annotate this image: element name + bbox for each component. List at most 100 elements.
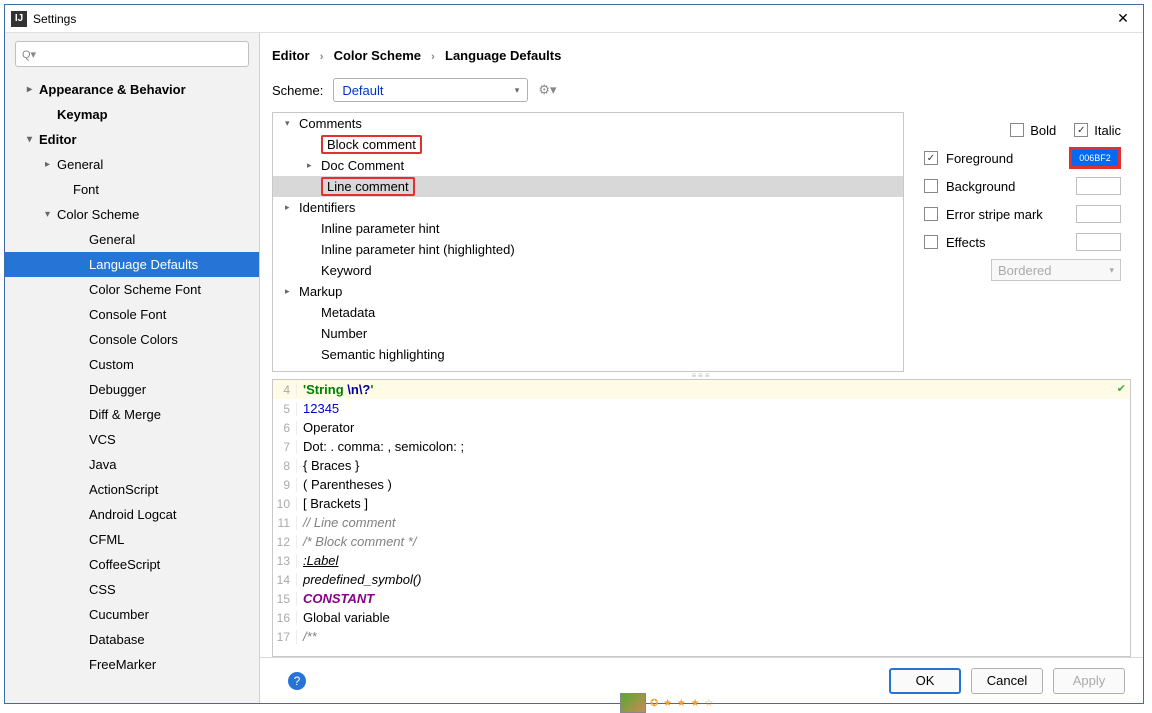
sidebar-item-label: FreeMarker xyxy=(89,657,156,672)
sidebar-item[interactable]: Diff & Merge xyxy=(5,402,259,427)
code-line: 17 /** xyxy=(273,627,1130,646)
resize-grip[interactable]: ≡≡≡ xyxy=(260,372,1143,379)
line-number: 7 xyxy=(273,440,297,454)
tree-item-label: Number xyxy=(321,326,367,341)
foreground-checkbox[interactable] xyxy=(924,151,938,165)
sidebar-item-label: Custom xyxy=(89,357,134,372)
sidebar-item[interactable]: Debugger xyxy=(5,377,259,402)
italic-checkbox[interactable] xyxy=(1074,123,1088,137)
sidebar-item[interactable]: Custom xyxy=(5,352,259,377)
code-text: /** xyxy=(303,629,317,644)
sidebar-item[interactable]: Database xyxy=(5,627,259,652)
tree-item[interactable]: Inline parameter hint (highlighted) xyxy=(273,239,903,260)
line-number: 16 xyxy=(273,611,297,625)
chevron-icon: ▸ xyxy=(285,286,299,297)
sidebar-item[interactable]: Cucumber xyxy=(5,602,259,627)
help-icon[interactable]: ? xyxy=(288,672,306,690)
sidebar-item[interactable]: ▸General xyxy=(5,152,259,177)
sidebar-item[interactable]: FreeMarker xyxy=(5,652,259,677)
bold-label: Bold xyxy=(1030,123,1056,138)
apply-button[interactable]: Apply xyxy=(1053,668,1125,694)
gear-icon[interactable]: ⚙▾ xyxy=(538,82,556,98)
line-number: 17 xyxy=(273,630,297,644)
sidebar-item[interactable]: ActionScript xyxy=(5,477,259,502)
sidebar-item[interactable]: CSS xyxy=(5,577,259,602)
sidebar-item-label: Diff & Merge xyxy=(89,407,161,422)
sidebar-item[interactable]: General xyxy=(5,227,259,252)
sidebar-item[interactable]: VCS xyxy=(5,427,259,452)
sidebar-item[interactable]: Console Colors xyxy=(5,327,259,352)
sidebar-item[interactable]: Console Font xyxy=(5,302,259,327)
tree-item[interactable]: ▸Identifiers xyxy=(273,197,903,218)
window-title: Settings xyxy=(33,12,1109,26)
settings-window: IJ Settings ✕ Q▾ ▸Appearance & Behavior K… xyxy=(4,4,1144,704)
tree-item[interactable]: ▾Comments xyxy=(273,113,903,134)
close-icon[interactable]: ✕ xyxy=(1109,10,1137,27)
tree-item[interactable]: Number xyxy=(273,323,903,344)
sidebar-item[interactable]: ▾Color Scheme xyxy=(5,202,259,227)
tree-item[interactable]: Metadata xyxy=(273,302,903,323)
sidebar-item-label: ActionScript xyxy=(89,482,158,497)
error-stripe-checkbox[interactable] xyxy=(924,207,938,221)
code-line: 16 Global variable xyxy=(273,608,1130,627)
tree-item[interactable]: Block comment xyxy=(273,134,903,155)
tree-item[interactable]: Semantic highlighting xyxy=(273,344,903,365)
sidebar-item-label: Color Scheme xyxy=(57,207,139,222)
tree-item-label: Semantic highlighting xyxy=(321,347,445,362)
effects-checkbox[interactable] xyxy=(924,235,938,249)
tree-item[interactable]: ▸Doc Comment xyxy=(273,155,903,176)
code-text: /* Block comment */ xyxy=(303,534,416,549)
line-number: 8 xyxy=(273,459,297,473)
line-number: 6 xyxy=(273,421,297,435)
app-icon: IJ xyxy=(11,11,27,27)
effects-swatch[interactable] xyxy=(1076,233,1121,251)
code-line: 15CONSTANT xyxy=(273,589,1130,608)
sidebar-item-label: CFML xyxy=(89,532,124,547)
sidebar-item[interactable]: Keymap xyxy=(5,102,259,127)
sidebar-item[interactable]: Java xyxy=(5,452,259,477)
foreground-swatch[interactable]: 006BF2 xyxy=(1069,147,1121,169)
bold-checkbox[interactable] xyxy=(1010,123,1024,137)
sidebar-item-label: Keymap xyxy=(57,107,108,122)
sidebar-item[interactable]: ▾Editor xyxy=(5,127,259,152)
scheme-value: Default xyxy=(342,83,383,98)
error-stripe-swatch[interactable] xyxy=(1076,205,1121,223)
code-text: CONSTANT xyxy=(303,591,374,606)
code-text: Global variable xyxy=(303,610,390,625)
tree-item[interactable]: ▸Markup xyxy=(273,281,903,302)
code-text: // Line comment xyxy=(303,515,396,530)
background-checkbox[interactable] xyxy=(924,179,938,193)
sidebar-item-label: VCS xyxy=(89,432,116,447)
sidebar-item-label: Editor xyxy=(39,132,77,147)
code-text: 12345 xyxy=(303,401,339,416)
sidebar-item-label: CoffeeScript xyxy=(89,557,160,572)
cancel-button[interactable]: Cancel xyxy=(971,668,1043,694)
tree-item[interactable]: Line comment xyxy=(273,176,903,197)
content: Q▾ ▸Appearance & BehaviorKeymap▾Editor▸G… xyxy=(5,33,1143,703)
tree-item-label: Keyword xyxy=(321,263,372,278)
code-line: 12/* Block comment */ xyxy=(273,532,1130,551)
sidebar-item[interactable]: ▸Appearance & Behavior xyxy=(5,77,259,102)
code-preview: ✔ 4'String \n\?'5123456Operator7Dot: . c… xyxy=(272,379,1131,657)
sidebar-item-label: Android Logcat xyxy=(89,507,176,522)
search-row: Q▾ xyxy=(5,33,259,75)
sidebar-item[interactable]: Color Scheme Font xyxy=(5,277,259,302)
background-swatch[interactable] xyxy=(1076,177,1121,195)
line-number: 5 xyxy=(273,402,297,416)
tree-item[interactable]: Inline parameter hint xyxy=(273,218,903,239)
sidebar-item[interactable]: CoffeeScript xyxy=(5,552,259,577)
line-number: 14 xyxy=(273,573,297,587)
sidebar-item-label: CSS xyxy=(89,582,116,597)
sidebar-item[interactable]: Font xyxy=(5,177,259,202)
avatar-strip: ✪ ★ ★ ★ ☆ xyxy=(620,693,714,713)
effects-type-select[interactable]: Bordered ▾ xyxy=(991,259,1121,281)
code-text: Dot: . comma: , semicolon: ; xyxy=(303,439,464,454)
tree-item[interactable]: Keyword xyxy=(273,260,903,281)
search-input[interactable]: Q▾ xyxy=(15,41,249,67)
sidebar-item[interactable]: Language Defaults xyxy=(5,252,259,277)
sidebar-item-label: Java xyxy=(89,457,116,472)
sidebar-item[interactable]: CFML xyxy=(5,527,259,552)
ok-button[interactable]: OK xyxy=(889,668,961,694)
sidebar-item[interactable]: Android Logcat xyxy=(5,502,259,527)
scheme-select[interactable]: Default ▾ xyxy=(333,78,528,102)
